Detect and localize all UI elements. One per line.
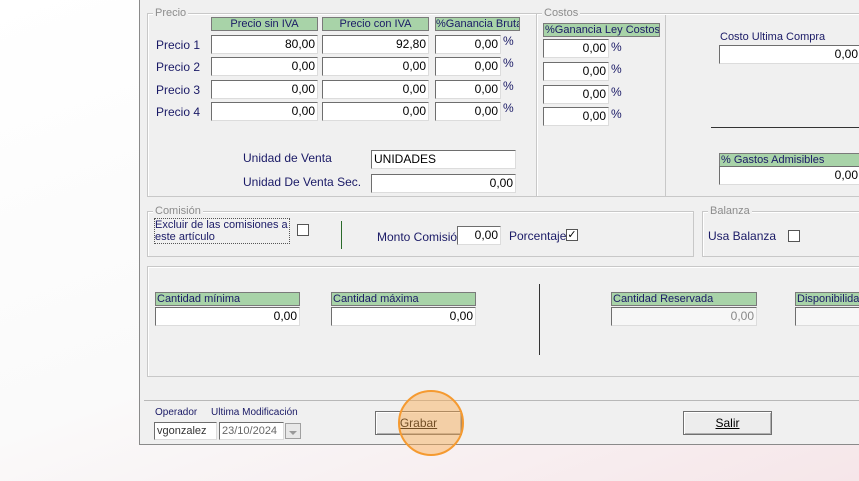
- precio-3-label: Precio 3: [156, 83, 201, 97]
- comision-separator-line: [341, 221, 342, 249]
- precio-2-con-iva-field[interactable]: 0,00: [322, 57, 429, 76]
- precio-2-sin-iva-field[interactable]: 0,00: [211, 57, 318, 76]
- article-price-window: Precio Precio sin IVA Precio con IVA %Ga…: [139, 0, 859, 445]
- precio-1-label: Precio 1: [156, 38, 201, 52]
- cantidad-minima-header: Cantidad mínima: [155, 292, 300, 306]
- unidad-venta-field[interactable]: UNIDADES: [371, 150, 516, 169]
- precio-3-sin-iva-field[interactable]: 0,00: [211, 80, 318, 99]
- precio-4-label: Precio 4: [156, 105, 201, 119]
- precio-2-percent: %: [503, 56, 514, 70]
- usa-balanza-label: Usa Balanza: [708, 229, 777, 243]
- monto-comision-label: Monto Comisión: [377, 230, 464, 244]
- costos-legend: Costos: [542, 7, 581, 19]
- salir-button[interactable]: Salir: [683, 411, 772, 435]
- operador-field: vgonzalez: [154, 422, 217, 440]
- cantidad-maxima-header: Cantidad máxima: [331, 292, 476, 306]
- costos-1-field[interactable]: 0,00: [543, 39, 609, 58]
- costos-3-field[interactable]: 0,00: [543, 85, 609, 104]
- costos-2-field[interactable]: 0,00: [543, 62, 609, 81]
- costos-4-field[interactable]: 0,00: [543, 107, 609, 126]
- grabar-label: Grabar: [399, 416, 438, 430]
- costo-ultima-compra-header: Costo Ultima Compra: [720, 31, 826, 43]
- comision-legend: Comisión: [153, 205, 203, 217]
- operador-label: Operador: [155, 407, 198, 418]
- porcentaje-checkbox[interactable]: ✓: [566, 229, 578, 241]
- precio-3-percent: %: [503, 79, 514, 93]
- unidad-venta-label: Unidad de Venta: [243, 151, 332, 165]
- precio-2-label: Precio 2: [156, 60, 201, 74]
- header-ganancia-ley-costos: %Ganancia Ley Costos: [543, 23, 660, 37]
- precio-1-percent: %: [503, 34, 514, 48]
- cantidad-maxima-field[interactable]: 0,00: [331, 307, 476, 326]
- costos-4-percent: %: [611, 107, 622, 121]
- precio-2-ganancia-field[interactable]: 0,00: [435, 57, 501, 76]
- usa-balanza-checkbox[interactable]: [788, 230, 800, 242]
- cantidad-minima-field[interactable]: 0,00: [155, 307, 300, 326]
- precio-1-sin-iva-field[interactable]: 80,00: [211, 35, 318, 54]
- costos-1-percent: %: [611, 40, 622, 54]
- header-precio-con-iva: Precio con IVA: [322, 17, 429, 31]
- grabar-button[interactable]: Grabar: [375, 411, 462, 435]
- unidad-venta-sec-field[interactable]: 0,00: [371, 174, 516, 193]
- precio-4-ganancia-field[interactable]: 0,00: [435, 102, 501, 121]
- precio-3-con-iva-field[interactable]: 0,00: [322, 80, 429, 99]
- disponibilidad-field: [795, 307, 859, 326]
- precio-legend: Precio: [153, 7, 189, 19]
- chevron-down-icon: [289, 431, 297, 435]
- precio-4-sin-iva-field[interactable]: 0,00: [211, 102, 318, 121]
- cantidad-reservada-field: 0,00: [611, 307, 757, 326]
- header-ganancia-bruta: %Ganancia Bruta: [435, 17, 520, 31]
- porcentaje-label: Porcentaje: [509, 229, 567, 243]
- costos-3-percent: %: [611, 85, 622, 99]
- precio-1-con-iva-field[interactable]: 92,80: [322, 35, 429, 54]
- costo-ultima-compra-field[interactable]: 0,00: [719, 45, 859, 64]
- disponibilidad-header: Disponibilidad: [795, 292, 859, 306]
- gastos-admisibles-field[interactable]: 0,00: [719, 166, 859, 185]
- precio-1-ganancia-field[interactable]: 0,00: [435, 35, 501, 54]
- unidad-venta-sec-label: Unidad De Venta Sec.: [243, 175, 362, 189]
- precio-4-con-iva-field[interactable]: 0,00: [322, 102, 429, 121]
- ultima-modificacion-field: 23/10/2024: [219, 422, 284, 440]
- modificacion-dropdown-button[interactable]: [285, 423, 301, 439]
- footer-separator-line: [144, 400, 859, 401]
- balanza-legend: Balanza: [708, 205, 752, 217]
- precio-3-ganancia-field[interactable]: 0,00: [435, 80, 501, 99]
- stock-separator-line: [539, 284, 540, 355]
- monto-comision-field[interactable]: 0,00: [457, 226, 501, 245]
- precio-4-percent: %: [503, 101, 514, 115]
- costos-separator-line: [711, 127, 859, 128]
- cantidad-reservada-header: Cantidad Reservada: [611, 292, 757, 306]
- excluir-comisiones-label: Excluir de las comisiones a este artícul…: [154, 218, 290, 244]
- header-precio-sin-iva: Precio sin IVA: [211, 17, 318, 31]
- ultima-modificacion-label: Ultima Modificación: [211, 407, 298, 418]
- costos-2-percent: %: [611, 62, 622, 76]
- salir-label: Salir: [715, 416, 740, 430]
- gastos-admisibles-header: % Gastos Admisibles: [719, 153, 859, 167]
- excluir-comisiones-checkbox[interactable]: [297, 224, 309, 236]
